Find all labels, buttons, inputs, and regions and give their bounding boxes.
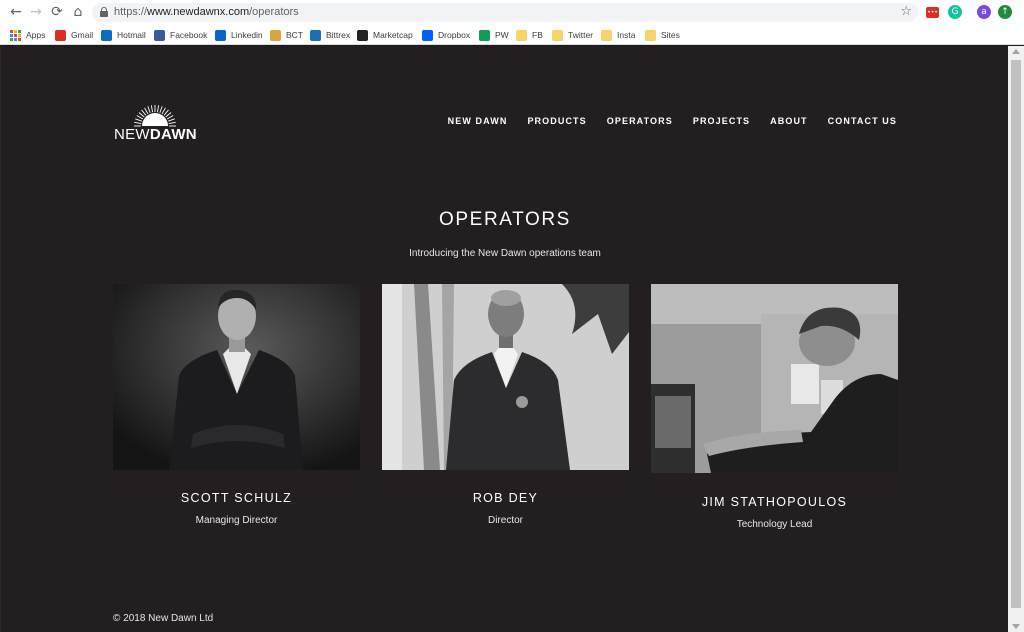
menu-item-about[interactable]: ABOUT [770,116,808,126]
operator-name: SCOTT SCHULZ [180,491,293,505]
bookmark-label: Bittrex [326,30,351,40]
folder-icon [601,29,612,41]
main-menu: NEW DAWN PRODUCTS OPERATORS PROJECTS ABO… [448,116,897,126]
bookmark-label: Hotmail [117,30,146,40]
bookmark-linkedin[interactable]: Linkedin [215,28,263,42]
site-logo[interactable]: NEWDAWN [114,104,197,144]
page-content: NEWDAWN NEW DAWN PRODUCTS OPERATORS PROJ… [0,46,1008,632]
forward-icon[interactable]: → [28,4,44,20]
operator-name: JIM STATHOPOULOS [701,495,848,509]
profile-avatar-icon[interactable]: a [977,5,991,19]
bookmark-label: Dropbox [438,30,471,40]
bitcoin-icon [270,29,281,41]
bookmark-label: Twitter [568,30,594,40]
outlook-icon [101,29,112,41]
logo-word-new: NEW [114,126,150,143]
extension-red-icon[interactable]: ••• [926,7,939,18]
grammarly-icon[interactable]: G [948,5,962,19]
menu-item-contact-us[interactable]: CONTACT US [828,116,897,126]
back-icon[interactable]: ← [8,4,24,20]
operator-role: Director [487,515,523,526]
url-path: /operators [249,6,299,18]
bookmark-hotmail[interactable]: Hotmail [101,28,146,42]
scroll-thumb[interactable] [1011,60,1021,608]
bookmark-label: Sites [661,30,680,40]
folder-icon [552,29,563,41]
bookmark-star-icon[interactable]: ☆ [900,4,912,19]
bookmark-label: Linkedin [231,30,263,40]
operator-photo [651,284,898,473]
folder-icon [516,29,527,41]
footer-copyright: © 2018 New Dawn Ltd [113,613,214,624]
bookmark-insta[interactable]: Insta [601,28,635,42]
bookmark-sites[interactable]: Sites [645,28,680,42]
bookmark-label: PW [495,30,509,40]
bookmark-label: Marketcap [373,30,413,40]
bookmark-bct[interactable]: BCT [270,28,303,42]
bookmark-bittrex[interactable]: Bittrex [310,28,350,42]
sunrise-icon [134,105,176,127]
home-icon[interactable]: ⌂ [70,4,86,20]
url-host: www.newdawnx.com [147,6,250,18]
menu-item-operators[interactable]: OPERATORS [607,116,673,126]
bittrex-icon [310,29,321,41]
bookmark-marketcap[interactable]: Marketcap [357,28,413,42]
bookmark-dropbox[interactable]: Dropbox [422,28,470,42]
menu-item-projects[interactable]: PROJECTS [693,116,750,126]
bookmark-pw[interactable]: PW [479,28,509,42]
bookmark-fb[interactable]: FB [516,28,543,42]
url-text[interactable]: https://www.newdawnx.com/operators [114,6,299,18]
address-bar[interactable]: https://www.newdawnx.com/operators ☆ [92,3,918,22]
bookmark-label: Facebook [170,30,208,40]
operator-photo [382,284,629,470]
linkedin-icon [215,29,226,41]
sheets-icon [479,29,490,41]
operator-name: ROB DEY [472,491,539,505]
page-subtitle: Introducing the New Dawn operations team [409,248,601,259]
bookmark-facebook[interactable]: Facebook [154,28,207,42]
bookmark-gmail[interactable]: Gmail [55,28,93,42]
bookmark-label: Insta [617,30,636,40]
bookmarks-bar: Apps Gmail Hotmail Facebook Linkedin BCT Bittr… [0,24,1024,45]
gmail-icon [55,29,66,41]
apps-grid-icon [10,29,21,41]
url-scheme: https:// [114,6,148,18]
scroll-up-icon[interactable] [1012,49,1020,54]
page-title: OPERATORS [439,209,571,230]
logo-word-dawn: DAWN [149,126,197,143]
page-scrollbar[interactable] [1008,46,1024,632]
bookmark-label: Apps [26,30,46,40]
bookmark-apps[interactable]: Apps [10,28,45,42]
extension-green-icon[interactable]: ↑ [998,5,1012,19]
bookmark-label: Gmail [71,30,94,40]
operator-photo [113,284,360,470]
menu-item-products[interactable]: PRODUCTS [527,116,586,126]
operator-role: Managing Director [195,515,278,526]
reload-icon[interactable]: ⟳ [49,4,65,20]
operator-role: Technology Lead [736,519,813,530]
bookmark-label: BCT [286,30,303,40]
bookmark-twitter[interactable]: Twitter [552,28,593,42]
menu-item-new-dawn[interactable]: NEW DAWN [448,116,508,126]
logo-wordmark: NEWDAWN [114,126,197,143]
bookmark-label: FB [532,30,543,40]
folder-icon [645,29,656,41]
lock-icon [100,7,108,17]
dropbox-icon [422,29,433,41]
browser-toolbar: ← → ⟳ ⌂ https://www.newdawnx.com/operato… [0,0,1024,24]
marketcap-icon [357,29,368,41]
scroll-down-icon[interactable] [1012,624,1020,629]
facebook-icon [154,29,165,41]
